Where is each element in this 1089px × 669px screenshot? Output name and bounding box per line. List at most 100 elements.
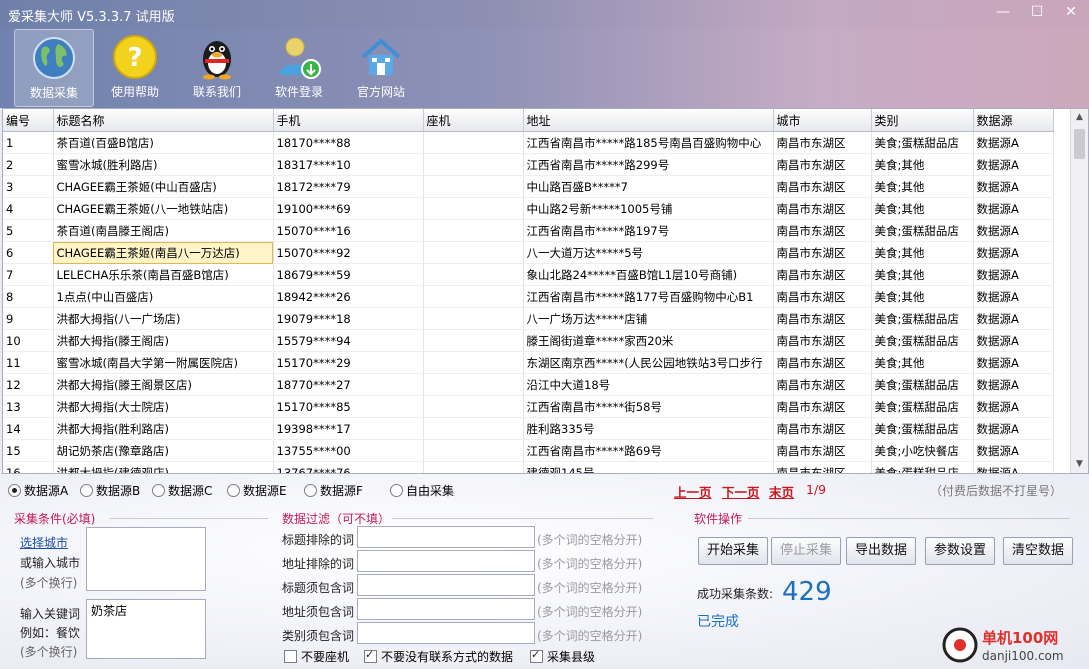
table-cell[interactable]: 南昌市东湖区 [773,439,872,462]
table-cell[interactable]: 美食;其他 [871,241,974,264]
table-cell[interactable]: 中山路2号新*****1005号铺 [523,197,774,220]
table-cell[interactable]: 江西省南昌市*****路299号 [523,153,774,176]
table-row[interactable]: 9 洪都大拇指(八一广场店) 19079****18 八一广场万达*****店铺 南昌市… [3,307,1054,330]
table-cell[interactable]: 15 [3,439,54,462]
table-cell[interactable]: 数据源A [973,395,1054,418]
table-cell[interactable]: 18770****27 [273,373,424,396]
table-cell[interactable]: 13767****76 [273,461,424,473]
source-radio-f[interactable]: 数据源F [304,482,363,499]
table-cell[interactable]: 南昌市东湖区 [773,307,872,330]
table-cell[interactable]: 江西省南昌市*****街58号 [523,395,774,418]
table-cell[interactable]: 15170****29 [273,351,424,374]
table-cell[interactable]: 美食;其他 [871,197,974,220]
results-table[interactable]: 编号 标题名称 手机 座机 地址 城市 类别 数据源 1 茶百道(百盛B馆店) 18170****… [2,108,1089,474]
table-row[interactable]: 16 洪都大拇指(建德观店) 13767****76 建德观145号 南昌市东湖区 美食;… [3,461,1054,473]
table-cell[interactable]: 8 [3,285,54,308]
table-cell[interactable]: 茶百道(南昌滕王阁店) [53,219,274,242]
table-cell[interactable]: 南昌市东湖区 [773,395,872,418]
table-cell[interactable]: 美食;其他 [871,285,974,308]
table-cell[interactable]: 江西省南昌市*****路197号 [523,219,774,242]
table-row[interactable]: 3 CHAGEE霸王茶姬(中山百盛店) 18172****79 中山路百盛B*****… [3,175,1054,198]
table-cell[interactable]: 15170****85 [273,395,424,418]
table-cell[interactable]: 美食;蛋糕甜品店 [871,329,974,352]
table-cell[interactable]: 洪都大拇指(建德观店) [53,461,274,473]
scroll-down-icon[interactable]: ▼ [1071,456,1088,473]
clear-data-button[interactable]: 清空数据 [1003,537,1073,565]
table-cell[interactable]: 1点点(中山百盛店) [53,285,274,308]
table-cell[interactable]: 数据源A [973,197,1054,220]
toolbar-data-collect-button[interactable]: 数据采集 [14,29,94,107]
table-cell[interactable]: 南昌市东湖区 [773,329,872,352]
table-cell[interactable]: 南昌市东湖区 [773,241,872,264]
table-cell[interactable]: 美食;蛋糕甜品店 [871,307,974,330]
table-cell[interactable]: CHAGEE霸王茶姬(南昌八一万达店) [53,241,274,264]
table-cell[interactable]: 数据源A [973,329,1054,352]
vertical-scrollbar[interactable]: ▲ ▼ [1070,109,1088,473]
stop-collect-button[interactable]: 停止采集 [771,537,841,565]
table-row[interactable]: 13 洪都大拇指(大士院店) 15170****85 江西省南昌市*****街58号南… [3,395,1054,418]
table-cell[interactable] [423,197,524,220]
table-cell[interactable]: 东湖区南京西*****(人民公园地铁站3号口步行 [523,351,774,374]
column-header[interactable]: 标题名称 [53,109,274,132]
table-cell[interactable]: 16 [3,461,54,473]
table-row[interactable]: 5 茶百道(南昌滕王阁店) 15070****16 江西省南昌市*****路197号南… [3,219,1054,242]
source-radio-c[interactable]: 数据源C [152,482,212,499]
table-cell[interactable]: 洪都大拇指(胜利路店) [53,417,274,440]
source-radio-b[interactable]: 数据源B [80,482,140,499]
source-radio-free[interactable]: 自由采集 [390,482,454,499]
table-cell[interactable]: 18942****26 [273,285,424,308]
table-row[interactable]: 10 洪都大拇指(滕王阁店) 15579****94 滕王阁街道章*****家西20米… [3,329,1054,352]
address-exclude-input[interactable] [357,550,535,572]
table-cell[interactable]: 7 [3,263,54,286]
table-cell[interactable]: 建德观145号 [523,461,774,473]
table-cell[interactable]: 八一广场万达*****店铺 [523,307,774,330]
table-cell[interactable]: CHAGEE霸王茶姬(八一地铁站店) [53,197,274,220]
table-cell[interactable]: 数据源A [973,219,1054,242]
export-data-button[interactable]: 导出数据 [846,537,916,565]
toolbar-help-button[interactable]: ? 使用帮助 [96,29,174,105]
column-header[interactable]: 编号 [3,109,54,132]
title-exclude-input[interactable] [357,526,535,548]
table-cell[interactable]: 象山北路24*****百盛B馆L1层10号商铺) [523,263,774,286]
table-row[interactable]: 1 茶百道(百盛B馆店) 18170****88 江西省南昌市*****路185号南昌… [3,131,1054,154]
scroll-up-icon[interactable]: ▲ [1071,109,1088,126]
table-cell[interactable]: 15070****92 [273,241,424,264]
table-cell[interactable]: 18679****59 [273,263,424,286]
column-header[interactable]: 地址 [523,109,774,132]
table-cell[interactable]: 南昌市东湖区 [773,175,872,198]
table-cell[interactable] [423,395,524,418]
table-cell[interactable] [423,351,524,374]
table-cell[interactable]: 2 [3,153,54,176]
keyword-textarea[interactable]: 奶茶店 [86,599,206,659]
table-cell[interactable]: 数据源A [973,439,1054,462]
table-cell[interactable] [423,373,524,396]
table-cell[interactable]: 美食;蛋糕甜品店 [871,373,974,396]
table-cell[interactable]: 数据源A [973,131,1054,154]
last-page-link[interactable]: 末页 [769,482,794,501]
maximize-button[interactable]: ☐ [1019,0,1055,24]
table-cell[interactable]: 6 [3,241,54,264]
table-cell[interactable]: 南昌市东湖区 [773,153,872,176]
table-cell[interactable]: 美食;蛋糕甜品店 [871,461,974,473]
table-cell[interactable]: 9 [3,307,54,330]
table-cell[interactable]: 数据源A [973,241,1054,264]
table-cell[interactable]: 数据源A [973,417,1054,440]
table-cell[interactable]: 南昌市东湖区 [773,373,872,396]
address-include-input[interactable] [357,598,535,620]
table-cell[interactable]: 蜜雪冰城(胜利路店) [53,153,274,176]
table-cell[interactable]: 胡记奶茶店(豫章路店) [53,439,274,462]
table-cell[interactable] [423,461,524,473]
table-cell[interactable]: 南昌市东湖区 [773,197,872,220]
table-cell[interactable]: 美食;其他 [871,263,974,286]
table-cell[interactable] [423,285,524,308]
column-header[interactable]: 座机 [423,109,524,132]
table-cell[interactable]: 数据源A [973,285,1054,308]
table-cell[interactable]: 胜利路335号 [523,417,774,440]
table-cell[interactable]: 美食;蛋糕甜品店 [871,395,974,418]
no-contact-checkbox[interactable]: 不要没有联系方式的数据 [364,648,513,665]
table-cell[interactable]: 美食;其他 [871,351,974,374]
table-cell[interactable]: 13755****00 [273,439,424,462]
table-cell[interactable]: 蜜雪冰城(南昌大学第一附属医院店) [53,351,274,374]
table-cell[interactable]: 数据源A [973,373,1054,396]
prev-page-link[interactable]: 上一页 [674,482,712,501]
